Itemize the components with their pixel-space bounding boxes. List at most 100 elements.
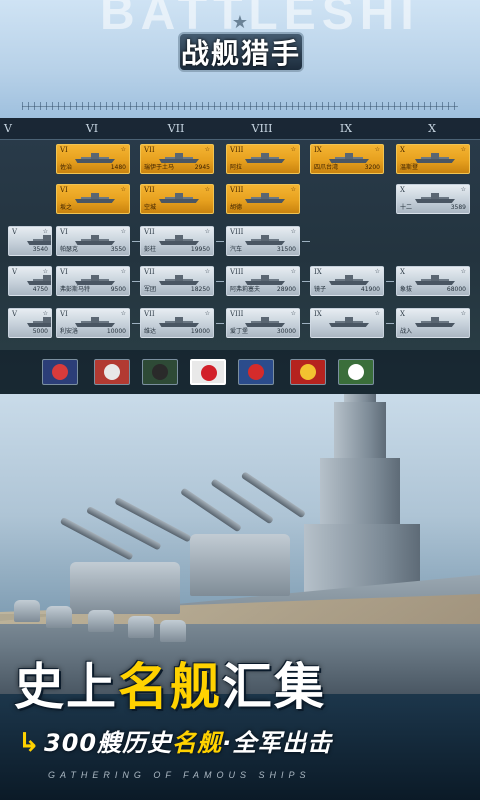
ship-card[interactable]: IX ☆ [310,308,384,338]
card-cost: 19950 [190,246,210,253]
slogan-part2: 汇集 [222,658,326,716]
star-icon: ☆ [460,186,466,193]
ship-card[interactable]: VI ☆ 利安洛 10000 [56,308,130,338]
ship-silhouette-icon [159,235,199,245]
top-banner: BATTLESHI ★ 战舰猎手 [0,0,480,118]
ussr-flag[interactable] [290,359,326,385]
forward-turret [70,562,180,614]
tier-label: V [4,122,12,135]
main-slogan: 史上名舰汇集 [14,656,466,718]
france-flag[interactable] [238,359,274,385]
ship-card[interactable]: IX ☆ 镜子 41900 [310,266,384,296]
ship-silhouette-icon [415,275,455,285]
card-ship-name: 胡德 [230,204,243,211]
card-ship-name: 阿弗莉塞夫 [230,286,261,293]
ship-silhouette-icon [75,275,115,285]
star-icon: ☆ [120,268,126,275]
ship-card[interactable]: X ☆ 战入 [396,308,470,338]
card-tier: VII [144,268,155,276]
tier-label: IX [339,122,353,135]
card-ship-name: 阿拉 [230,164,243,171]
nation-emblem-icon [52,364,68,380]
ship-silhouette-icon [75,235,115,245]
card-ship-name: 镜子 [314,286,327,293]
second-turret [190,534,290,596]
star-icon: ☆ [290,228,296,235]
card-tier: X [400,186,405,194]
ship-card[interactable]: VIII ☆ 汽车 31500 [226,226,300,256]
tier-label: X [428,122,436,135]
italy-flag[interactable] [338,359,374,385]
nation-emblem-icon [248,364,264,380]
ship-card[interactable]: X ☆ 温斯登 [396,144,470,174]
ship-card[interactable]: VI ☆ 坂之 [56,184,130,214]
ship-silhouette-icon [245,153,285,163]
game-logo: ★ 战舰猎手 [178,12,304,72]
card-ship-name: 十二 [400,204,413,211]
ship-card[interactable]: VIII ☆ 胡德 [226,184,300,214]
subtitle-part1: 300艘历史 [44,729,173,757]
ship-silhouette-icon [159,193,199,203]
ship-card[interactable]: IX ☆ 四爪台湾 3200 [310,144,384,174]
card-tier: IX [314,146,322,154]
tree-connector [132,241,140,242]
card-tier: X [400,310,405,318]
ship-card[interactable]: VII ☆ 瑞伊于土马 2945 [140,144,214,174]
card-ship-name: 四爪台湾 [314,164,339,171]
ship-card[interactable]: X ☆ 象拔 68000 [396,266,470,296]
card-ship-name: 汽车 [230,246,243,253]
ship-card[interactable]: VII ☆ 军团 18250 [140,266,214,296]
ship-silhouette-icon [27,317,51,327]
card-ship-name: 坂之 [60,204,73,211]
tier-label: VIII [251,122,273,135]
ship-card[interactable]: VI ☆ 弗彭斯马特 9500 [56,266,130,296]
ship-silhouette-icon [27,235,51,245]
slogan-part1: 史上 [14,658,118,716]
ship-card[interactable]: VII ☆ 彭柱 19950 [140,226,214,256]
card-ship-name: 爱丁堡 [230,328,249,335]
ship-silhouette-icon [415,193,455,203]
star-icon: ☆ [290,186,296,193]
ship-card[interactable]: V ☆ 3540 [8,226,52,256]
tree-connector [132,281,140,282]
usa-flag[interactable] [42,359,78,385]
tier-header-row: V VI VII VIII IX X [0,118,480,140]
ship-card[interactable]: V ☆ 4750 [8,266,52,296]
card-tier: VII [144,186,155,194]
ship-card[interactable]: VI ☆ 佐治 1480 [56,144,130,174]
subtitle-part2: ·全军出击 [222,729,333,757]
card-tier: VI [60,268,68,276]
ship-card[interactable]: VII ☆ 空城 [140,184,214,214]
card-cost: 68000 [446,286,466,293]
ship-silhouette-icon [75,153,115,163]
star-icon: ☆ [290,146,296,153]
nation-emblem-icon [152,364,168,380]
card-cost: 3200 [364,164,380,171]
card-ship-name: 维达 [144,328,157,335]
card-cost: 4750 [32,286,48,293]
japan-flag[interactable] [190,359,226,385]
ship-card[interactable]: V ☆ 5000 [8,308,52,338]
ship-card[interactable]: VIII ☆ 阿弗莉塞夫 28900 [226,266,300,296]
ship-card[interactable]: VII ☆ 维达 19000 [140,308,214,338]
ship-silhouette-icon [27,275,51,285]
nation-emblem-icon [348,364,364,380]
ship-card[interactable]: X ☆ 十二 3589 [396,184,470,214]
card-tier: VIII [230,228,244,236]
tree-connector [132,323,140,324]
uk-flag[interactable] [94,359,130,385]
ship-card[interactable]: VIII ☆ 爱丁堡 30000 [226,308,300,338]
ship-card[interactable]: VIII ☆ 阿拉 [226,144,300,174]
card-ship-name: 空城 [144,204,157,211]
ship-card[interactable]: VI ☆ 帕瑟克 3550 [56,226,130,256]
ship-silhouette-icon [329,153,369,163]
card-ship-name: 佐治 [60,164,73,171]
star-icon: ☆ [204,228,210,235]
germany-flag[interactable] [142,359,178,385]
ship-silhouette-icon [415,317,455,327]
card-cost: 3540 [32,246,48,253]
ship-silhouette-icon [245,235,285,245]
card-ship-name: 战入 [400,328,413,335]
card-ship-name: 象拔 [400,286,413,293]
star-icon: ☆ [374,310,380,317]
